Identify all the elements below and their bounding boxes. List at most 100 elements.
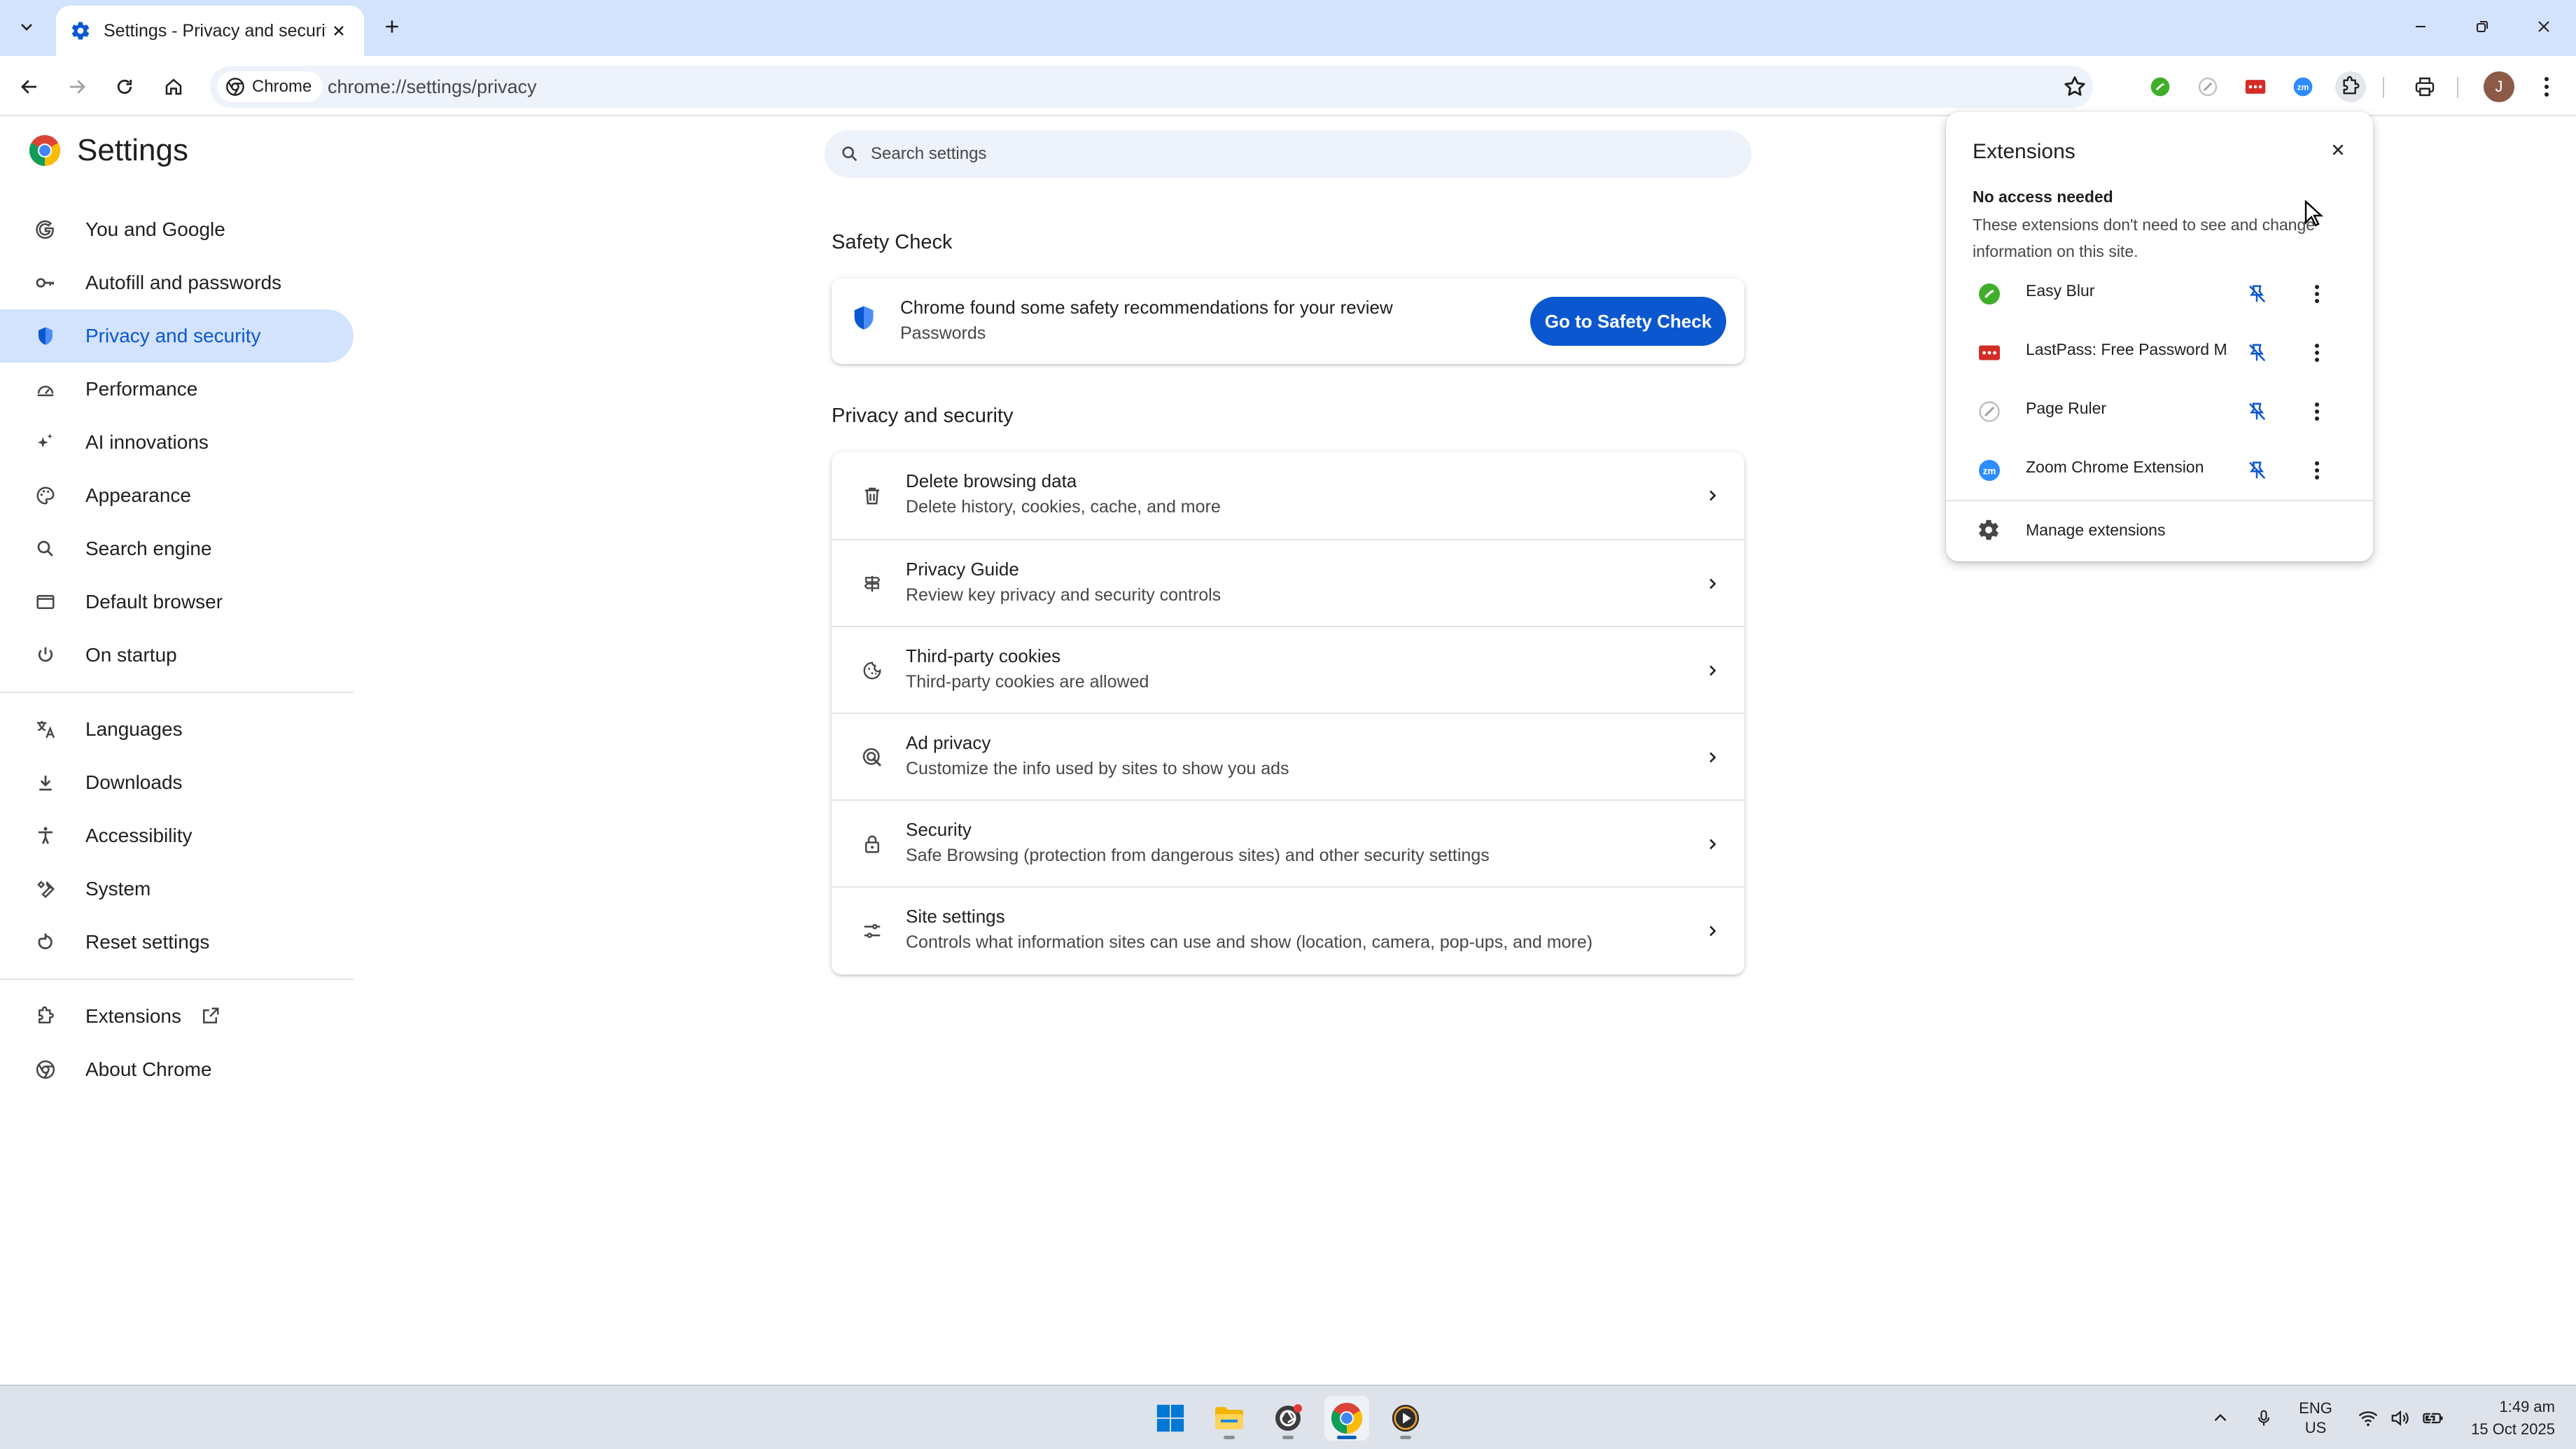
site-settings-row[interactable]: Site settings Controls what information … <box>832 886 1744 973</box>
sidebar-item-label: Reset settings <box>85 931 210 953</box>
chevron-right-icon <box>1700 658 1725 683</box>
ad-privacy-row[interactable]: Ad privacy Customize the info used by si… <box>832 713 1744 799</box>
search-icon <box>34 537 57 561</box>
close-window-button[interactable] <box>2523 8 2565 45</box>
extension-item-page-ruler[interactable]: Page Ruler <box>1946 382 2373 441</box>
pin-toggle-button[interactable] <box>2243 280 2271 308</box>
media-player-icon <box>1390 1402 1422 1434</box>
sidebar-item-default-browser[interactable]: Default browser <box>0 575 354 629</box>
chrome-icon <box>34 1058 57 1082</box>
sidebar-item-you-and-google[interactable]: You and Google <box>0 203 354 256</box>
page-ruler-extension-button[interactable] <box>2192 71 2223 102</box>
sidebar-item-reset-settings[interactable]: Reset settings <box>0 916 354 969</box>
sidebar-item-on-startup[interactable]: On startup <box>0 629 354 682</box>
wifi-icon <box>2358 1408 2379 1429</box>
manage-extensions-button[interactable]: Manage extensions <box>1946 505 2373 556</box>
battery-icon <box>2422 1408 2444 1429</box>
settings-sidebar: You and Google Autofill and passwords Pr… <box>0 203 357 1096</box>
sidebar-item-accessibility[interactable]: Accessibility <box>0 809 354 862</box>
extension-name: Page Ruler <box>2026 399 2107 417</box>
taskbar-chrome[interactable] <box>1324 1396 1369 1441</box>
extensions-popup-title: Extensions <box>1973 140 2076 163</box>
chrome-logo-icon <box>28 134 62 167</box>
browser-toolbar: Chrome chrome://settings/privacy zm J <box>0 56 2576 116</box>
sidebar-item-downloads[interactable]: Downloads <box>0 756 354 809</box>
pin-toggle-button[interactable] <box>2243 398 2271 426</box>
active-tab[interactable]: Settings - Privacy and security <box>56 6 364 56</box>
kebab-menu-icon <box>2544 76 2549 97</box>
ad-privacy-icon <box>860 745 885 770</box>
sidebar-item-label: AI innovations <box>85 431 209 453</box>
extension-more-button[interactable] <box>2303 398 2331 426</box>
site-info-chip[interactable]: Chrome <box>217 71 323 102</box>
print-button[interactable] <box>2409 71 2440 102</box>
new-tab-button[interactable] <box>377 11 407 42</box>
back-button[interactable] <box>13 70 46 104</box>
extension-more-button[interactable] <box>2303 456 2331 484</box>
address-bar[interactable]: Chrome chrome://settings/privacy <box>210 66 2093 108</box>
kebab-menu-icon <box>2314 402 2320 421</box>
system-tray-status[interactable] <box>2352 1401 2450 1435</box>
restore-button[interactable] <box>2461 8 2503 45</box>
easy-blur-extension-button[interactable] <box>2145 71 2176 102</box>
restore-icon <box>2474 18 2491 35</box>
go-to-safety-check-button[interactable]: Go to Safety Check <box>1530 297 1726 346</box>
row-title: Delete browsing data <box>906 470 1077 491</box>
translate-icon <box>34 718 57 741</box>
minimize-icon <box>2412 18 2429 35</box>
safety-check-subtitle: Passwords <box>900 323 986 343</box>
extension-item-zoom[interactable]: zm Zoom Chrome Extension <box>1946 441 2373 500</box>
sidebar-item-search-engine[interactable]: Search engine <box>0 522 354 575</box>
extension-name: Easy Blur <box>2026 281 2095 300</box>
security-row[interactable]: Security Safe Browsing (protection from … <box>832 799 1744 886</box>
language-code: ENG <box>2299 1399 2332 1417</box>
start-button[interactable] <box>1148 1396 1193 1441</box>
close-tab-icon[interactable] <box>326 18 351 43</box>
unpinned-icon <box>2246 342 2267 363</box>
input-language-indicator[interactable]: ENG US <box>2290 1399 2341 1436</box>
pin-toggle-button[interactable] <box>2243 456 2271 484</box>
sidebar-item-about-chrome[interactable]: About Chrome <box>0 1043 354 1096</box>
profile-avatar[interactable]: J <box>2484 71 2514 102</box>
microphone-indicator[interactable] <box>2248 1401 2279 1435</box>
system-clock[interactable]: 1:49 am 15 Oct 2025 <box>2457 1396 2555 1441</box>
third-party-cookies-row[interactable]: Third-party cookies Third-party cookies … <box>832 626 1744 713</box>
signpost-icon <box>860 571 885 596</box>
tab-search-button[interactable] <box>8 8 45 45</box>
sidebar-item-system[interactable]: System <box>0 862 354 916</box>
extension-more-button[interactable] <box>2303 280 2331 308</box>
show-hidden-icons-button[interactable] <box>2205 1401 2236 1435</box>
delete-browsing-data-row[interactable]: Delete browsing data Delete history, coo… <box>832 452 1744 539</box>
chrome-menu-button[interactable] <box>2531 71 2562 102</box>
lastpass-extension-button[interactable] <box>2240 71 2271 102</box>
sidebar-item-autofill[interactable]: Autofill and passwords <box>0 256 354 309</box>
close-popup-button[interactable] <box>2323 134 2353 165</box>
url-text[interactable]: chrome://settings/privacy <box>328 66 537 108</box>
unpinned-icon <box>2246 460 2267 481</box>
home-button[interactable] <box>157 70 190 104</box>
privacy-guide-row[interactable]: Privacy Guide Review key privacy and sec… <box>832 539 1744 626</box>
zoom-extension-button[interactable]: zm <box>2288 71 2318 102</box>
taskbar-file-explorer[interactable] <box>1207 1396 1252 1441</box>
taskbar-camera-app[interactable] <box>1266 1396 1310 1441</box>
bookmark-star-icon[interactable] <box>2062 74 2087 99</box>
reload-button[interactable] <box>108 70 141 104</box>
sidebar-item-label: You and Google <box>85 218 225 240</box>
extension-more-button[interactable] <box>2303 339 2331 367</box>
file-explorer-icon <box>1212 1401 1246 1435</box>
sidebar-item-performance[interactable]: Performance <box>0 363 354 416</box>
sidebar-item-extensions[interactable]: Extensions <box>0 990 354 1043</box>
row-subtitle: Delete history, cookies, cache, and more <box>906 497 1221 517</box>
pin-toggle-button[interactable] <box>2243 339 2271 367</box>
extension-item-easy-blur[interactable]: Easy Blur <box>1946 265 2373 323</box>
extension-item-lastpass[interactable]: LastPass: Free Password M... <box>1946 323 2373 382</box>
sidebar-item-ai-innovations[interactable]: AI innovations <box>0 416 354 469</box>
taskbar-media-player[interactable] <box>1383 1396 1428 1441</box>
extensions-menu-button[interactable] <box>2335 71 2366 102</box>
sidebar-item-appearance[interactable]: Appearance <box>0 469 354 522</box>
minimize-button[interactable] <box>2400 8 2442 45</box>
sidebar-item-privacy-and-security[interactable]: Privacy and security <box>0 309 354 363</box>
sidebar-item-languages[interactable]: Languages <box>0 703 354 756</box>
forward-button[interactable] <box>60 70 94 104</box>
settings-search-input[interactable]: Search settings <box>825 130 1751 178</box>
